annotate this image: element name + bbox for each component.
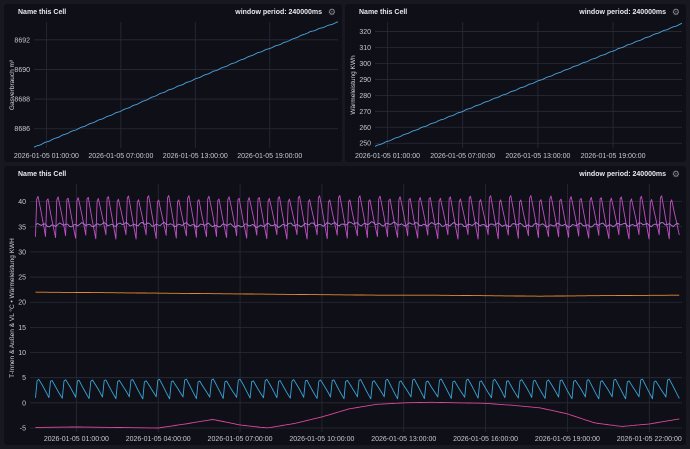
chart-temperaturen[interactable]: -5 0 5 10 15 20 25 30 35 40 2026-01-05 01:00:00 202… bbox=[4, 166, 686, 445]
y-tick-label: 270 bbox=[359, 109, 371, 116]
y-tick-label: 280 bbox=[359, 93, 371, 100]
x-tick-label: 2026-01-05 01:00:00 bbox=[14, 153, 79, 160]
x-tick-label: 2026-01-05 13:00:00 bbox=[371, 436, 436, 443]
x-tick-label: 2026-01-05 04:00:00 bbox=[126, 436, 191, 443]
y-tick-label: 10 bbox=[18, 350, 26, 357]
y-tick-label: 25 bbox=[18, 275, 26, 282]
y-tick-label: 8690 bbox=[14, 67, 30, 74]
y-tick-label: 290 bbox=[359, 77, 371, 84]
y-tick-label: 250 bbox=[359, 141, 371, 148]
series-line-0 bbox=[374, 22, 683, 147]
series-line-0 bbox=[35, 195, 680, 240]
y-tick-label: 15 bbox=[18, 325, 26, 332]
y-tick-label: 5 bbox=[22, 375, 26, 382]
y-axis-label: Wärmeleistung KWh bbox=[350, 55, 357, 115]
cell-temperaturen: Name this Cell window period: 240000ms ⚙… bbox=[4, 166, 686, 445]
y-tick-label: 300 bbox=[359, 61, 371, 68]
y-tick-label: 310 bbox=[359, 45, 371, 52]
x-tick-label: 2026-01-05 07:00:00 bbox=[430, 153, 495, 160]
chart-waermeleistung[interactable]: 250 260 270 280 290 300 310 320 2026-01-05 01:00… bbox=[345, 4, 686, 162]
y-axis-label: Gasverbrauch m³ bbox=[9, 59, 16, 110]
y-tick-label: 8688 bbox=[14, 97, 30, 104]
y-tick-label: 260 bbox=[359, 125, 371, 132]
x-tick-label: 2026-01-05 07:00:00 bbox=[208, 436, 273, 443]
x-tick-label: 2026-01-05 22:00:00 bbox=[617, 436, 682, 443]
y-tick-label: -5 bbox=[20, 425, 26, 432]
y-tick-label: 35 bbox=[18, 224, 26, 231]
series-line-4 bbox=[35, 401, 680, 429]
x-tick-label: 2026-01-05 01:00:00 bbox=[355, 153, 420, 160]
y-tick-label: 8686 bbox=[14, 126, 30, 133]
y-tick-label: 30 bbox=[18, 249, 26, 256]
y-tick-label: 320 bbox=[359, 29, 371, 36]
x-tick-label: 2026-01-05 10:00:00 bbox=[289, 436, 354, 443]
x-tick-label: 2026-01-05 13:00:00 bbox=[163, 153, 228, 160]
series-line-2 bbox=[35, 291, 680, 297]
y-tick-label: 20 bbox=[18, 300, 26, 307]
cell-waermeleistung: Name this Cell window period: 240000ms ⚙… bbox=[345, 4, 686, 162]
x-tick-label: 2026-01-05 07:00:00 bbox=[88, 153, 153, 160]
series-line-3 bbox=[35, 378, 680, 400]
y-tick-label: 8692 bbox=[14, 37, 30, 44]
x-tick-label: 2026-01-05 19:00:00 bbox=[581, 153, 646, 160]
cell-gasverbrauch: Name this Cell window period: 240000ms ⚙… bbox=[4, 4, 342, 162]
x-tick-label: 2026-01-05 19:00:00 bbox=[535, 436, 600, 443]
x-tick-label: 2026-01-05 19:00:00 bbox=[237, 153, 302, 160]
x-tick-label: 2026-01-05 16:00:00 bbox=[453, 436, 518, 443]
chart-gasverbrauch[interactable]: 8686 8688 8690 8692 2026-01-05 01:00:00 2026-… bbox=[4, 4, 342, 162]
y-tick-label: 0 bbox=[22, 400, 26, 407]
x-tick-label: 2026-01-05 01:00:00 bbox=[44, 436, 109, 443]
x-tick-label: 2026-01-05 13:00:00 bbox=[505, 153, 570, 160]
y-axis-label: T-Innen & Außen & VL °C • Wärmeleistung … bbox=[8, 238, 16, 378]
y-tick-label: 40 bbox=[18, 199, 26, 206]
